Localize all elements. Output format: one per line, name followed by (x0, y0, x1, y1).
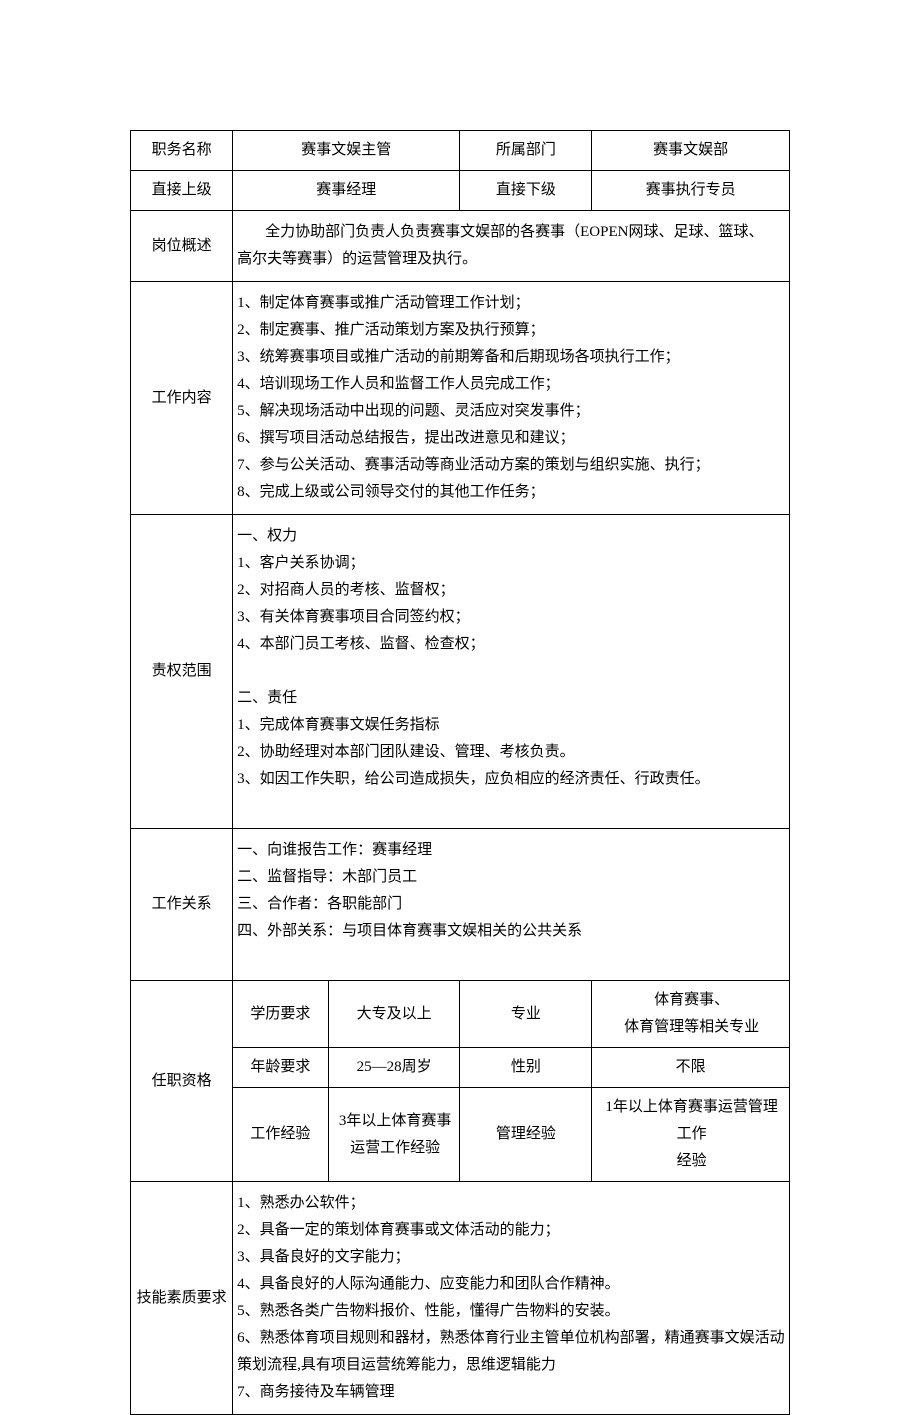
value-position-overview: 全力协助部门负责人负责赛事文娱部的各赛事（EOPEN网球、足球、篮球、 高尔夫等… (233, 211, 790, 282)
relation-line: 二、监督指导：木部门员工 (235, 864, 787, 891)
label-work-relation: 工作关系 (131, 829, 233, 981)
overview-line: 高尔夫等赛事）的运营管理及执行。 (235, 246, 787, 273)
value-scope: 一、权力1、客户关系协调；2、对招商人员的考核、监督权；3、有关体育赛事项目合同… (233, 515, 790, 829)
skills-line: 3、具备良好的文字能力； (235, 1244, 787, 1271)
value-age: 25—28周岁 (328, 1048, 460, 1088)
label-major: 专业 (460, 981, 592, 1048)
value-mgmt-exp: 1年以上体育赛事运营管理工作 经验 (592, 1088, 790, 1182)
workexp-line: 3年以上体育赛事 (333, 1108, 456, 1135)
workexp-line: 运营工作经验 (333, 1135, 456, 1162)
value-work-exp: 3年以上体育赛事 运营工作经验 (328, 1088, 460, 1182)
scope-line: 二、责任 (235, 685, 787, 712)
scope-line: 3、有关体育赛事项目合同签约权； (235, 604, 787, 631)
scope-line (235, 793, 787, 820)
scope-line: 3、如因工作失职，给公司造成损失，应负相应的经济责任、行政责任。 (235, 766, 787, 793)
job-description-table: 职务名称 赛事文娱主管 所属部门 赛事文娱部 直接上级 赛事经理 直接下级 赛事… (130, 130, 790, 1415)
label-qualification: 任职资格 (131, 981, 233, 1182)
label-job-title: 职务名称 (131, 131, 233, 171)
skills-line: 5、熟悉各类广告物料报价、性能，懂得广告物料的安装。 (235, 1298, 787, 1325)
work-content-line: 7、参与公关活动、赛事活动等商业活动方案的策划与组织实施、执行； (235, 452, 787, 479)
label-scope: 责权范围 (131, 515, 233, 829)
scope-line: 一、权力 (235, 523, 787, 550)
value-direct-subordinate: 赛事执行专员 (592, 171, 790, 211)
value-direct-superior: 赛事经理 (233, 171, 460, 211)
major-line: 体育赛事、 (596, 987, 785, 1014)
value-department: 赛事文娱部 (592, 131, 790, 171)
value-job-title: 赛事文娱主管 (233, 131, 460, 171)
value-education: 大专及以上 (328, 981, 460, 1048)
label-gender: 性别 (460, 1048, 592, 1088)
work-content-line: 6、撰写项目活动总结报告，提出改进意见和建议； (235, 425, 787, 452)
skills-line: 4、具备良好的人际沟通能力、应变能力和团队合作精神。 (235, 1271, 787, 1298)
value-skills: 1、熟悉办公软件；2、具备一定的策划体育赛事或文体活动的能力；3、具备良好的文字… (233, 1182, 790, 1415)
label-work-exp: 工作经验 (233, 1088, 329, 1182)
label-age: 年龄要求 (233, 1048, 329, 1088)
skills-line: 6、熟悉体育项目规则和器材，熟悉体育行业主管单位机构部署，精通赛事文娱活动策划流… (235, 1325, 787, 1379)
work-content-line: 5、解决现场活动中出现的问题、灵活应对突发事件； (235, 398, 787, 425)
scope-line: 4、本部门员工考核、监督、检查权； (235, 631, 787, 658)
relation-line: 四、外部关系：与项目体育赛事文娱相关的公共关系 (235, 918, 787, 945)
work-content-line: 3、统筹赛事项目或推广活动的前期筹备和后期现场各项执行工作； (235, 344, 787, 371)
scope-line: 1、客户关系协调； (235, 550, 787, 577)
relation-line: 一、向谁报告工作：赛事经理 (235, 837, 787, 864)
label-skills: 技能素质要求 (131, 1182, 233, 1415)
skills-line: 2、具备一定的策划体育赛事或文体活动的能力； (235, 1217, 787, 1244)
major-line: 体育管理等相关专业 (596, 1014, 785, 1041)
scope-line: 1、完成体育赛事文娱任务指标 (235, 712, 787, 739)
label-department: 所属部门 (460, 131, 592, 171)
work-content-line: 2、制定赛事、推广活动策划方案及执行预算； (235, 317, 787, 344)
work-content-line: 8、完成上级或公司领导交付的其他工作任务； (235, 479, 787, 506)
scope-line: 2、协助经理对本部门团队建设、管理、考核负责。 (235, 739, 787, 766)
label-direct-superior: 直接上级 (131, 171, 233, 211)
value-work-content: 1、制定体育赛事或推广活动管理工作计划；2、制定赛事、推广活动策划方案及执行预算… (233, 282, 790, 515)
value-major: 体育赛事、 体育管理等相关专业 (592, 981, 790, 1048)
label-mgmt-exp: 管理经验 (460, 1088, 592, 1182)
relation-line: 三、合作者：各职能部门 (235, 891, 787, 918)
work-content-line: 4、培训现场工作人员和监督工作人员完成工作； (235, 371, 787, 398)
label-direct-subordinate: 直接下级 (460, 171, 592, 211)
scope-line: 2、对招商人员的考核、监督权； (235, 577, 787, 604)
mgmtexp-line: 经验 (596, 1148, 785, 1175)
scope-line (235, 658, 787, 685)
mgmtexp-line: 1年以上体育赛事运营管理工作 (596, 1094, 785, 1148)
label-education: 学历要求 (233, 981, 329, 1048)
skills-line: 1、熟悉办公软件； (235, 1190, 787, 1217)
work-content-line: 1、制定体育赛事或推广活动管理工作计划； (235, 290, 787, 317)
label-position-overview: 岗位概述 (131, 211, 233, 282)
relation-line (235, 945, 787, 972)
skills-line: 7、商务接待及车辆管理 (235, 1379, 787, 1406)
label-work-content: 工作内容 (131, 282, 233, 515)
value-gender: 不限 (592, 1048, 790, 1088)
value-work-relation: 一、向谁报告工作：赛事经理二、监督指导：木部门员工三、合作者：各职能部门四、外部… (233, 829, 790, 981)
overview-line: 全力协助部门负责人负责赛事文娱部的各赛事（EOPEN网球、足球、篮球、 (235, 219, 787, 246)
